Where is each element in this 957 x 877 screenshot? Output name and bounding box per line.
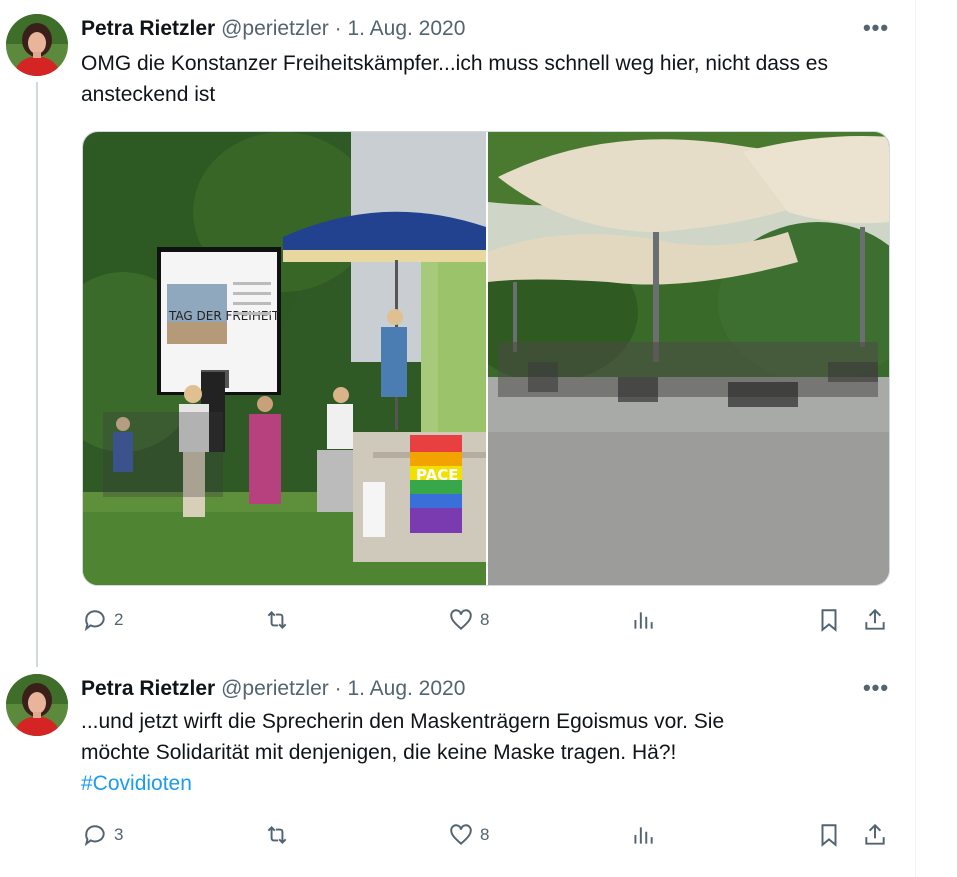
views-icon — [634, 827, 653, 844]
separator: · — [334, 677, 342, 700]
views-button[interactable] — [630, 607, 656, 633]
share-icon — [865, 608, 885, 630]
timeline-border — [915, 0, 916, 877]
tweet-date[interactable]: 1. Aug. 2020 — [347, 677, 465, 700]
share-button[interactable] — [862, 607, 888, 633]
like-icon — [450, 609, 472, 630]
share-icon — [865, 823, 885, 845]
author-handle[interactable]: @perietzler — [221, 17, 329, 40]
like-count: 8 — [480, 610, 490, 629]
bookmark-button[interactable] — [816, 822, 842, 848]
tweet-actions: 2 8 — [82, 607, 892, 635]
avatar[interactable] — [6, 674, 68, 736]
retweet-button[interactable] — [264, 607, 290, 633]
reply-button[interactable]: 3 — [82, 822, 123, 848]
retweet-icon — [267, 611, 287, 629]
reply-button[interactable]: 2 — [82, 607, 123, 633]
bookmark-icon — [821, 824, 837, 847]
tweet[interactable]: Petra Rietzler @perietzler · 1. Aug. 202… — [0, 664, 915, 877]
author-name[interactable]: Petra Rietzler — [81, 677, 215, 700]
tweet-media[interactable]: TAG DER FREIHEIT PACE — [82, 131, 890, 586]
tweet-date[interactable]: 1. Aug. 2020 — [347, 17, 465, 40]
screen-text: TAG DER FREIHEIT — [168, 309, 280, 323]
retweet-icon — [267, 826, 287, 844]
retweet-button[interactable] — [264, 822, 290, 848]
more-icon[interactable]: ••• — [862, 17, 890, 40]
avatar[interactable] — [6, 14, 68, 76]
banner-text: PACE — [416, 466, 458, 484]
hashtag-link[interactable]: #Covidioten — [81, 768, 881, 799]
bookmark-icon — [821, 609, 837, 632]
more-icon[interactable]: ••• — [862, 677, 890, 700]
reply-count: 3 — [114, 825, 124, 844]
like-button[interactable]: 8 — [448, 607, 489, 633]
reply-icon — [84, 610, 105, 632]
tweet-header: Petra Rietzler @perietzler · 1. Aug. 202… — [81, 16, 465, 42]
author-name[interactable]: Petra Rietzler — [81, 17, 215, 40]
share-button[interactable] — [862, 822, 888, 848]
media-image-1[interactable]: TAG DER FREIHEIT PACE — [83, 132, 486, 585]
separator: · — [334, 17, 342, 40]
views-button[interactable] — [630, 822, 656, 848]
like-button[interactable]: 8 — [448, 822, 489, 848]
tweet-header: Petra Rietzler @perietzler · 1. Aug. 202… — [81, 676, 465, 702]
tweet[interactable]: Petra Rietzler @perietzler · 1. Aug. 202… — [0, 0, 915, 664]
like-icon — [450, 824, 472, 845]
media-image-2[interactable] — [488, 132, 889, 585]
tweet-text-line: ...und jetzt wirft die Sprecherin den Ma… — [81, 710, 725, 733]
like-count: 8 — [480, 825, 490, 844]
tweet-actions: 3 8 — [82, 822, 892, 850]
bookmark-button[interactable] — [816, 607, 842, 633]
tweet-text: OMG die Konstanzer Freiheitskämpfer...ic… — [81, 52, 828, 106]
tweet-text-line: möchte Solidarität mit denjenigen, die k… — [81, 741, 677, 764]
reply-icon — [84, 825, 105, 847]
author-handle[interactable]: @perietzler — [221, 677, 329, 700]
views-icon — [634, 612, 653, 629]
reply-count: 2 — [114, 610, 124, 629]
tweet-text: ...und jetzt wirft die Sprecherin den Ma… — [81, 706, 881, 799]
